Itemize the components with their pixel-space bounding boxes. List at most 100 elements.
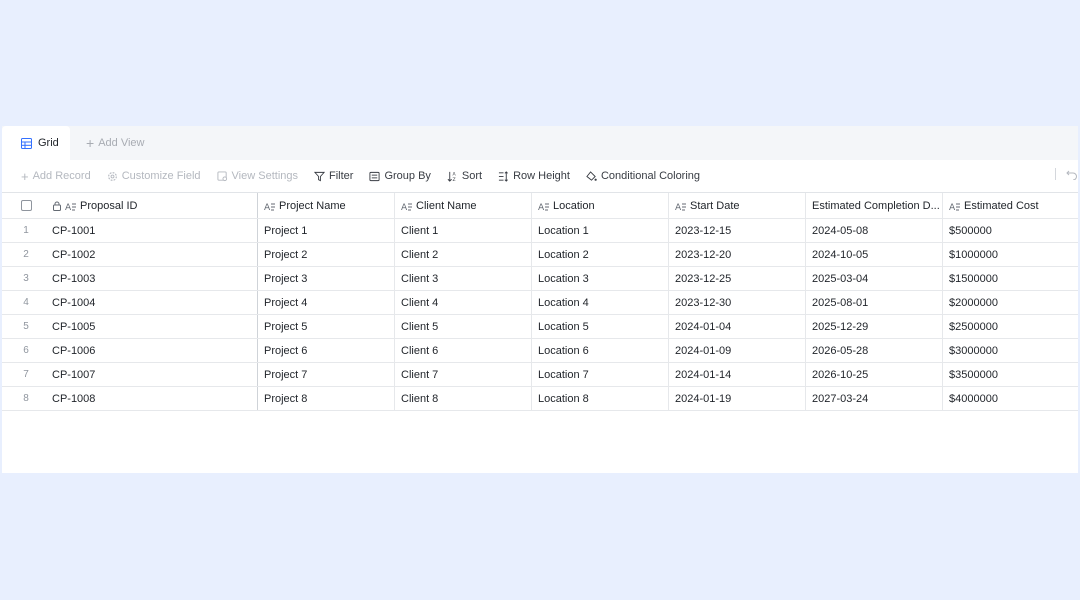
undo-icon[interactable] bbox=[1066, 168, 1078, 180]
table-cell[interactable]: Location 5 bbox=[532, 315, 669, 338]
table-cell[interactable]: $3500000 bbox=[943, 363, 1078, 386]
gear-icon bbox=[107, 171, 117, 181]
table-cell[interactable]: 2023-12-25 bbox=[669, 267, 806, 290]
customize-field-label: Customize Field bbox=[121, 170, 201, 182]
table-cell[interactable]: 2023-12-15 bbox=[669, 219, 806, 242]
table-row[interactable]: 3 CP-1003 Project 3 Client 3 Location 3 2023-… bbox=[2, 267, 1078, 291]
table-cell[interactable]: 2025-03-04 bbox=[806, 267, 943, 290]
table-cell[interactable]: Location 4 bbox=[532, 291, 669, 314]
table-cell[interactable]: Location 8 bbox=[532, 387, 669, 410]
table-cell[interactable]: 2024-01-04 bbox=[669, 315, 806, 338]
table-cell[interactable]: 2026-05-28 bbox=[806, 339, 943, 362]
table-cell[interactable]: CP-1008 bbox=[52, 387, 258, 410]
table-cell[interactable]: $3000000 bbox=[943, 339, 1078, 362]
table-cell[interactable]: $1000000 bbox=[943, 243, 1078, 266]
table-cell[interactable]: Client 1 bbox=[395, 219, 532, 242]
table-cell[interactable]: Location 1 bbox=[532, 219, 669, 242]
table-cell[interactable]: Client 5 bbox=[395, 315, 532, 338]
plus-icon: + bbox=[86, 135, 95, 151]
column-title: Estimated Cost bbox=[964, 199, 1039, 212]
add-record-button[interactable]: + Add Record bbox=[21, 170, 91, 183]
table-cell[interactable]: Location 7 bbox=[532, 363, 669, 386]
customize-field-button[interactable]: Customize Field bbox=[107, 170, 201, 182]
table-cell[interactable]: $2500000 bbox=[943, 315, 1078, 338]
conditional-coloring-button[interactable]: Conditional Coloring bbox=[586, 170, 700, 182]
select-all-checkbox[interactable] bbox=[20, 200, 32, 211]
table-cell[interactable]: Project 8 bbox=[258, 387, 395, 410]
table-cell[interactable]: 2027-03-24 bbox=[806, 387, 943, 410]
sort-label: Sort bbox=[461, 170, 483, 182]
table-cell[interactable]: CP-1006 bbox=[52, 339, 258, 362]
tab-grid[interactable]: Grid bbox=[2, 126, 70, 160]
column-header-project-name[interactable]: A Project Name bbox=[258, 193, 395, 218]
column-header-client-name[interactable]: A Client Name bbox=[395, 193, 532, 218]
text-field-icon: A bbox=[401, 203, 412, 211]
table-cell[interactable]: 2024-01-09 bbox=[669, 339, 806, 362]
table-cell[interactable]: 2024-10-05 bbox=[806, 243, 943, 266]
table-cell[interactable]: $4000000 bbox=[943, 387, 1078, 410]
table-row[interactable]: 5 CP-1005 Project 5 Client 5 Location 5 2024-… bbox=[2, 315, 1078, 339]
table-row[interactable]: 1 CP-1001 Project 1 Client 1 Location 1 2023-… bbox=[2, 219, 1078, 243]
table-cell[interactable]: $2000000 bbox=[943, 291, 1078, 314]
table-cell[interactable]: Project 4 bbox=[258, 291, 395, 314]
sort-button[interactable]: AZ Sort bbox=[447, 170, 482, 182]
table-cell[interactable]: CP-1004 bbox=[52, 291, 258, 314]
column-header-estimated-completion-date[interactable]: Estimated Completion D... bbox=[806, 193, 943, 218]
table-cell[interactable]: Project 2 bbox=[258, 243, 395, 266]
view-settings-button[interactable]: View Settings bbox=[217, 170, 298, 182]
grid-view-panel: Grid + Add View + Add Record Customize F… bbox=[2, 126, 1078, 473]
text-field-icon: A bbox=[538, 203, 549, 211]
text-field-icon: A bbox=[264, 203, 275, 211]
table-cell[interactable]: CP-1003 bbox=[52, 267, 258, 290]
column-header-proposal-id[interactable]: A Proposal ID bbox=[52, 193, 258, 218]
table-cell[interactable]: Project 7 bbox=[258, 363, 395, 386]
column-header-estimated-cost[interactable]: A Estimated Cost bbox=[943, 193, 1078, 218]
table-cell[interactable]: Client 7 bbox=[395, 363, 532, 386]
add-view-button[interactable]: + Add View bbox=[86, 126, 144, 160]
column-header-location[interactable]: A Location bbox=[532, 193, 669, 218]
table-row[interactable]: 7 CP-1007 Project 7 Client 7 Location 7 2024-… bbox=[2, 363, 1078, 387]
table-cell[interactable]: 2024-05-08 bbox=[806, 219, 943, 242]
add-record-label: Add Record bbox=[32, 170, 91, 182]
table-row[interactable]: 6 CP-1006 Project 6 Client 6 Location 6 2024-… bbox=[2, 339, 1078, 363]
table-cell[interactable]: 2024-01-14 bbox=[669, 363, 806, 386]
toolbar-right bbox=[1055, 168, 1078, 180]
table-cell[interactable]: 2023-12-20 bbox=[669, 243, 806, 266]
table-cell[interactable]: 2025-08-01 bbox=[806, 291, 943, 314]
table-cell[interactable]: Project 5 bbox=[258, 315, 395, 338]
grid-body: 1 CP-1001 Project 1 Client 1 Location 1 2023-… bbox=[2, 219, 1078, 411]
table-cell[interactable]: $1500000 bbox=[943, 267, 1078, 290]
table-cell[interactable]: Client 3 bbox=[395, 267, 532, 290]
table-cell[interactable]: CP-1005 bbox=[52, 315, 258, 338]
table-cell[interactable]: Project 3 bbox=[258, 267, 395, 290]
filter-label: Filter bbox=[329, 170, 354, 182]
table-cell[interactable]: Project 1 bbox=[258, 219, 395, 242]
table-cell[interactable]: CP-1001 bbox=[52, 219, 258, 242]
table-cell[interactable]: 2023-12-30 bbox=[669, 291, 806, 314]
table-cell[interactable]: Location 2 bbox=[532, 243, 669, 266]
row-number: 5 bbox=[23, 321, 29, 332]
view-settings-label: View Settings bbox=[231, 170, 298, 182]
table-cell[interactable]: CP-1002 bbox=[52, 243, 258, 266]
table-cell[interactable]: 2026-10-25 bbox=[806, 363, 943, 386]
table-cell[interactable]: Client 2 bbox=[395, 243, 532, 266]
table-cell[interactable]: Project 6 bbox=[258, 339, 395, 362]
table-cell[interactable]: Location 3 bbox=[532, 267, 669, 290]
row-height-button[interactable]: Row Height bbox=[498, 170, 570, 182]
toolbar-divider bbox=[1055, 168, 1056, 180]
table-cell[interactable]: Client 8 bbox=[395, 387, 532, 410]
group-by-button[interactable]: Group By bbox=[369, 170, 431, 182]
table-cell[interactable]: Client 6 bbox=[395, 339, 532, 362]
column-header-start-date[interactable]: A Start Date bbox=[669, 193, 806, 218]
table-cell[interactable]: Client 4 bbox=[395, 291, 532, 314]
view-tab-bar: Grid + Add View bbox=[2, 126, 1078, 160]
table-cell[interactable]: Location 6 bbox=[532, 339, 669, 362]
table-cell[interactable]: 2025-12-29 bbox=[806, 315, 943, 338]
table-cell[interactable]: $500000 bbox=[943, 219, 1078, 242]
table-cell[interactable]: CP-1007 bbox=[52, 363, 258, 386]
table-row[interactable]: 4 CP-1004 Project 4 Client 4 Location 4 2023-… bbox=[2, 291, 1078, 315]
table-cell[interactable]: 2024-01-19 bbox=[669, 387, 806, 410]
table-row[interactable]: 2 CP-1002 Project 2 Client 2 Location 2 2023-… bbox=[2, 243, 1078, 267]
table-row[interactable]: 8 CP-1008 Project 8 Client 8 Location 8 2024-… bbox=[2, 387, 1078, 411]
filter-button[interactable]: Filter bbox=[314, 170, 353, 182]
